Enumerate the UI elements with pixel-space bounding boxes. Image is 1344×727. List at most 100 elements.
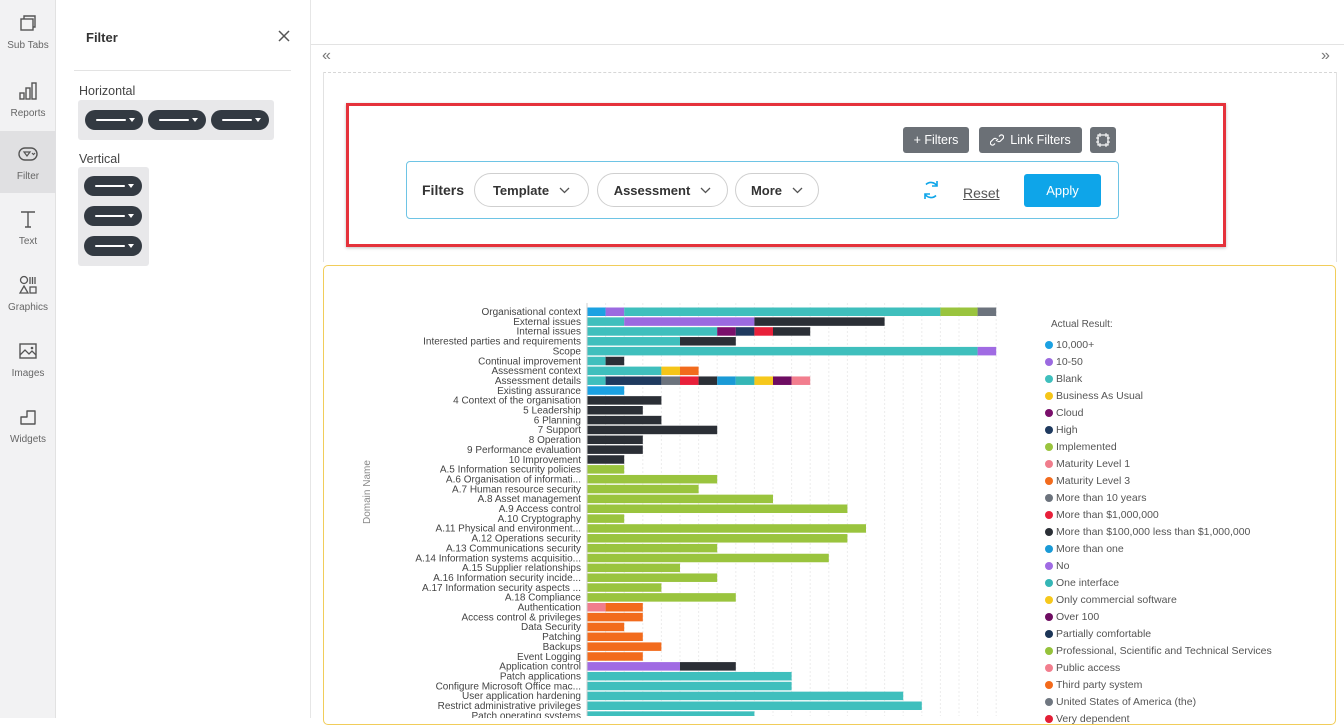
legend-label: More than 10 years bbox=[1056, 491, 1147, 504]
bar-segment[interactable] bbox=[587, 681, 792, 691]
bar-segment[interactable] bbox=[587, 435, 643, 445]
bar-segment[interactable] bbox=[587, 603, 606, 612]
bar-segment[interactable] bbox=[698, 376, 718, 385]
bar-segment[interactable] bbox=[587, 514, 625, 523]
legend-swatch bbox=[1045, 493, 1053, 502]
bar-segment[interactable] bbox=[587, 583, 662, 592]
legend-item[interactable]: Only commercial software bbox=[1045, 591, 1335, 608]
bar-segment[interactable] bbox=[587, 445, 643, 454]
bar-segment[interactable] bbox=[587, 327, 718, 336]
bar-segment[interactable] bbox=[680, 376, 699, 385]
legend-item[interactable]: United States of America (the) bbox=[1045, 693, 1335, 710]
bar-segment[interactable] bbox=[977, 346, 997, 356]
bar-segment[interactable] bbox=[680, 366, 699, 376]
bar-segment[interactable] bbox=[773, 327, 811, 336]
legend-item[interactable]: More than one bbox=[1045, 540, 1335, 557]
bar-segment[interactable] bbox=[605, 356, 625, 366]
bar-segment[interactable] bbox=[587, 356, 606, 366]
bar-segment[interactable] bbox=[587, 494, 773, 504]
bar-segment[interactable] bbox=[587, 415, 662, 425]
legend-item[interactable]: Public access bbox=[1045, 659, 1335, 676]
bar-segment[interactable] bbox=[587, 543, 718, 553]
bar-segment[interactable] bbox=[587, 642, 662, 651]
bar-segment[interactable] bbox=[605, 307, 625, 317]
bar-segment[interactable] bbox=[587, 622, 625, 632]
legend-item[interactable]: Maturity Level 1 bbox=[1045, 455, 1335, 472]
bar-segment[interactable] bbox=[717, 327, 736, 336]
bar-segment[interactable] bbox=[587, 425, 718, 435]
bar-segment[interactable] bbox=[587, 504, 848, 514]
legend-item[interactable]: More than $100,000 less than $1,000,000 bbox=[1045, 523, 1335, 540]
bar-segment[interactable] bbox=[605, 603, 643, 612]
bar-segment[interactable] bbox=[587, 612, 643, 622]
bar-segment[interactable] bbox=[587, 386, 625, 395]
bar-segment[interactable] bbox=[587, 563, 680, 573]
bar-segment[interactable] bbox=[587, 307, 606, 317]
bar-segment[interactable] bbox=[587, 691, 904, 701]
bar-segment[interactable] bbox=[587, 366, 662, 376]
legend-item[interactable]: More than 10 years bbox=[1045, 489, 1335, 506]
legend-item[interactable]: One interface bbox=[1045, 574, 1335, 591]
bar-segment[interactable] bbox=[680, 662, 736, 671]
bar-segment[interactable] bbox=[587, 652, 643, 661]
legend-item[interactable]: Cloud bbox=[1045, 404, 1335, 421]
legend-label: One interface bbox=[1056, 576, 1120, 589]
bar-segment[interactable] bbox=[587, 376, 606, 385]
bar-segment[interactable] bbox=[587, 396, 662, 405]
legend-item[interactable]: Blank bbox=[1045, 370, 1335, 387]
bar-segment[interactable] bbox=[977, 307, 997, 317]
legend-item[interactable]: More than $1,000,000 bbox=[1045, 506, 1335, 523]
bar-segment[interactable] bbox=[587, 465, 625, 474]
bar-segment[interactable] bbox=[754, 376, 773, 385]
legend-item[interactable]: Partially comfortable bbox=[1045, 625, 1335, 642]
bar-segment[interactable] bbox=[754, 327, 773, 336]
legend-item[interactable]: Professional, Scientific and Technical S… bbox=[1045, 642, 1335, 659]
legend-item[interactable]: 10-50 bbox=[1045, 353, 1335, 370]
legend-item[interactable]: No bbox=[1045, 557, 1335, 574]
chart-legend: Actual Result: 10,000+ 10-50 Blank Business… bbox=[1045, 319, 1335, 727]
bar-segment[interactable] bbox=[587, 593, 736, 602]
bar-segment[interactable] bbox=[754, 317, 885, 326]
bar-segment[interactable] bbox=[587, 711, 755, 716]
legend-item[interactable]: Over 100 bbox=[1045, 608, 1335, 625]
bar-segment[interactable] bbox=[680, 337, 736, 346]
bar-segment[interactable] bbox=[773, 376, 792, 385]
bar-segment[interactable] bbox=[587, 632, 643, 642]
bar-segment[interactable] bbox=[587, 455, 625, 464]
bar-segment[interactable] bbox=[587, 553, 829, 563]
bar-segment[interactable] bbox=[587, 317, 625, 326]
legend-item[interactable]: Implemented bbox=[1045, 438, 1335, 455]
bar-segment[interactable] bbox=[587, 662, 680, 671]
legend-swatch bbox=[1045, 442, 1053, 451]
legend-item[interactable]: Very dependent bbox=[1045, 710, 1335, 727]
bar-segment[interactable] bbox=[587, 484, 699, 494]
bar-segment[interactable] bbox=[940, 307, 978, 317]
bar-segment[interactable] bbox=[661, 366, 680, 376]
legend-item[interactable]: Third party system bbox=[1045, 676, 1335, 693]
legend-item[interactable]: 10,000+ bbox=[1045, 336, 1335, 353]
legend-label: United States of America (the) bbox=[1056, 695, 1197, 708]
bar-segment[interactable] bbox=[624, 307, 941, 317]
bar-segment[interactable] bbox=[587, 534, 848, 543]
bar-segment[interactable] bbox=[791, 376, 811, 385]
bar-segment[interactable] bbox=[735, 327, 755, 336]
bar-segment[interactable] bbox=[587, 701, 922, 711]
bar-segment[interactable] bbox=[587, 346, 978, 356]
legend-label: 10-50 bbox=[1056, 355, 1083, 368]
bar-segment[interactable] bbox=[587, 524, 866, 533]
bar-segment[interactable] bbox=[661, 376, 680, 385]
bar-segment[interactable] bbox=[587, 573, 718, 582]
bar-segment[interactable] bbox=[587, 406, 643, 415]
legend-item[interactable]: High bbox=[1045, 421, 1335, 438]
legend-item[interactable]: Maturity Level 3 bbox=[1045, 472, 1335, 489]
legend-label: Partially comfortable bbox=[1056, 627, 1152, 640]
bar-segment[interactable] bbox=[587, 337, 680, 346]
bar-segment[interactable] bbox=[735, 376, 755, 385]
bar-segment[interactable] bbox=[717, 376, 736, 385]
bar-segment[interactable] bbox=[605, 376, 662, 385]
bar-segment[interactable] bbox=[624, 317, 755, 326]
bar-segment[interactable] bbox=[587, 474, 718, 484]
legend-item[interactable]: Business As Usual bbox=[1045, 387, 1335, 404]
bar-segment[interactable] bbox=[587, 671, 792, 681]
legend-label: More than one bbox=[1056, 542, 1124, 555]
